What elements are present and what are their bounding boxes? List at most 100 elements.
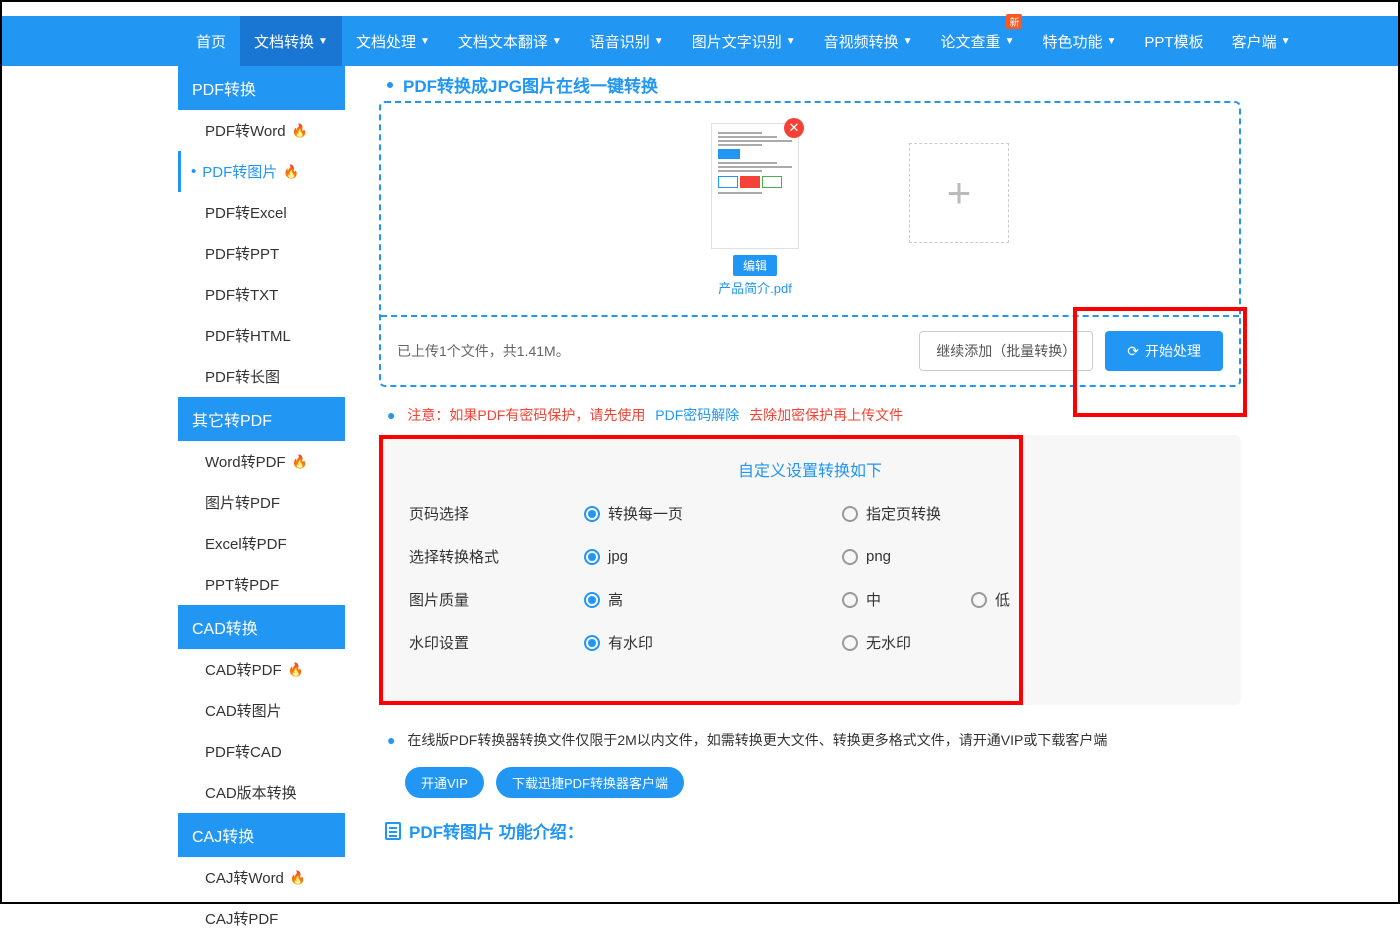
radio-option[interactable]: jpg <box>584 548 752 565</box>
radio-label: png <box>866 548 891 565</box>
sidebar-item[interactable]: PDF转图片🔥 <box>178 151 345 192</box>
nav-item[interactable]: 论文查重▼新 <box>927 16 1029 66</box>
caret-down-icon: ▼ <box>420 36 430 47</box>
title-bullet <box>387 82 393 88</box>
file-card: ✕ 编辑 产品简介.pdf <box>711 123 799 297</box>
sidebar-item-label: CAD转PDF <box>205 659 282 680</box>
nav-item[interactable]: 特色功能▼ <box>1028 16 1130 66</box>
main-content: PDF转换成JPG图片在线一键转换 ✕ 编辑 产品简介.pdf <box>345 66 1265 939</box>
radio-label: 转换每一页 <box>608 503 683 524</box>
sidebar-item[interactable]: CAD版本转换 <box>178 772 345 813</box>
notice: ● 注意：如果PDF有密码保护，请先使用 PDF密码解除 去除加密保护再上传文件 <box>379 387 1241 435</box>
fire-icon: 🔥 <box>292 454 308 470</box>
sidebar-item-label: PDF转PPT <box>205 243 279 264</box>
sidebar-item-label: PPT转PDF <box>205 574 279 595</box>
nav-item[interactable]: 首页 <box>182 16 240 66</box>
caret-down-icon: ▼ <box>1005 36 1015 47</box>
sidebar-item[interactable]: CAJ转PDF <box>178 898 345 939</box>
radio-option[interactable]: 指定页转换 <box>842 503 941 524</box>
sidebar-item-label: PDF转CAD <box>205 741 282 762</box>
nav-item[interactable]: 图片文字识别▼ <box>678 16 810 66</box>
sidebar-item[interactable]: 图片转PDF <box>178 482 345 523</box>
password-remove-link[interactable]: PDF密码解除 <box>655 407 739 423</box>
file-name: 产品简介.pdf <box>711 278 799 297</box>
sidebar-item[interactable]: PDF转HTML <box>178 315 345 356</box>
continue-add-button[interactable]: 继续添加（批量转换） <box>919 331 1093 371</box>
setting-row: 水印设置 有水印 无水印 <box>409 632 1211 653</box>
top-nav: 首页文档转换▼文档处理▼文档文本翻译▼语音识别▼图片文字识别▼音视频转换▼论文查… <box>2 16 1398 66</box>
feature-title: PDF转图片 功能介绍： <box>409 818 584 843</box>
sidebar-item-label: PDF转HTML <box>205 325 291 346</box>
fire-icon: 🔥 <box>292 123 308 139</box>
sidebar-item[interactable]: PDF转CAD <box>178 731 345 772</box>
nav-item[interactable]: 文档转换▼ <box>240 16 342 66</box>
sidebar-item[interactable]: PPT转PDF <box>178 564 345 605</box>
sidebar-item[interactable]: CAD转PDF🔥 <box>178 649 345 690</box>
radio-option[interactable]: 有水印 <box>584 632 752 653</box>
sidebar-item-label: PDF转TXT <box>205 284 278 305</box>
radio-icon <box>842 592 858 608</box>
setting-label: 选择转换格式 <box>409 546 584 567</box>
sidebar-item-label: PDF转Word <box>205 120 286 141</box>
sidebar-item-label: Word转PDF <box>205 451 286 472</box>
radio-icon <box>842 549 858 565</box>
sidebar-item[interactable]: Word转PDF 🔥 <box>178 441 345 482</box>
radio-option[interactable]: 低 <box>971 589 1010 610</box>
radio-label: 低 <box>995 589 1010 610</box>
radio-option[interactable]: 中 <box>842 589 881 610</box>
radio-option[interactable]: 无水印 <box>842 632 911 653</box>
start-label: 开始处理 <box>1145 341 1201 361</box>
notice-pre: 注意：如果PDF有密码保护，请先使用 <box>407 407 645 423</box>
nav-item[interactable]: 文档文本翻译▼ <box>444 16 576 66</box>
radio-label: 有水印 <box>608 632 653 653</box>
sidebar-item[interactable]: PDF转长图 <box>178 356 345 397</box>
new-badge: 新 <box>1006 14 1022 29</box>
sidebar-item[interactable]: PDF转Word 🔥 <box>178 110 345 151</box>
sidebar-header: 其它转PDF <box>178 397 345 441</box>
add-file-button[interactable]: + <box>909 143 1009 243</box>
nav-item[interactable]: PPT模板 <box>1130 16 1217 66</box>
open-vip-button[interactable]: 开通VIP <box>405 767 484 798</box>
start-process-button[interactable]: ⟳ 开始处理 <box>1105 331 1223 371</box>
download-client-button[interactable]: 下载迅捷PDF转换器客户端 <box>496 767 684 798</box>
nav-item[interactable]: 文档处理▼ <box>342 16 444 66</box>
nav-item[interactable]: 客户端▼ <box>1218 16 1305 66</box>
sidebar-item[interactable]: PDF转Excel <box>178 192 345 233</box>
file-thumbnail[interactable]: ✕ <box>711 123 799 249</box>
sidebar-item[interactable]: CAJ转Word🔥 <box>178 857 345 898</box>
info-row: ● 在线版PDF转换器转换文件仅限于2M以内文件，如需转换更大文件、转换更多格式… <box>379 705 1241 757</box>
nav-item[interactable]: 音视频转换▼ <box>810 16 927 66</box>
sidebar-header: PDF转换 <box>178 66 345 110</box>
info-text: 在线版PDF转换器转换文件仅限于2M以内文件，如需转换更大文件、转换更多格式文件… <box>407 732 1107 748</box>
radio-icon <box>584 506 600 522</box>
close-icon[interactable]: ✕ <box>784 118 804 138</box>
radio-icon <box>842 506 858 522</box>
upload-status: 已上传1个文件，共1.41M。 <box>397 341 570 361</box>
radio-option[interactable]: 高 <box>584 589 752 610</box>
edit-button[interactable]: 编辑 <box>733 255 777 276</box>
caret-down-icon: ▼ <box>654 36 664 47</box>
sidebar-item-label: PDF转图片 <box>202 161 277 182</box>
setting-row: 选择转换格式 jpg png <box>409 546 1211 567</box>
sidebar-item-label: PDF转长图 <box>205 366 280 387</box>
radio-option[interactable]: png <box>842 548 891 565</box>
sidebar-item[interactable]: PDF转PPT <box>178 233 345 274</box>
sidebar-item[interactable]: PDF转TXT <box>178 274 345 315</box>
nav-item[interactable]: 语音识别▼ <box>576 16 678 66</box>
document-icon <box>385 822 401 840</box>
radio-option[interactable]: 转换每一页 <box>584 503 752 524</box>
sidebar-item[interactable]: CAD转图片 <box>178 690 345 731</box>
settings-title: 自定义设置转换如下 <box>409 457 1211 481</box>
radio-icon <box>584 635 600 651</box>
sidebar-item-label: CAJ转Word <box>205 867 284 888</box>
feature-title-row: PDF转图片 功能介绍： <box>379 808 1241 847</box>
notice-post: 去除加密保护再上传文件 <box>749 407 903 423</box>
caret-down-icon: ▼ <box>1281 36 1291 47</box>
radio-label: jpg <box>608 548 628 565</box>
sidebar-item[interactable]: Excel转PDF <box>178 523 345 564</box>
setting-row: 图片质量高中低 <box>409 589 1211 610</box>
caret-down-icon: ▼ <box>903 36 913 47</box>
radio-label: 高 <box>608 589 623 610</box>
setting-label: 水印设置 <box>409 632 584 653</box>
setting-label: 页码选择 <box>409 503 584 524</box>
